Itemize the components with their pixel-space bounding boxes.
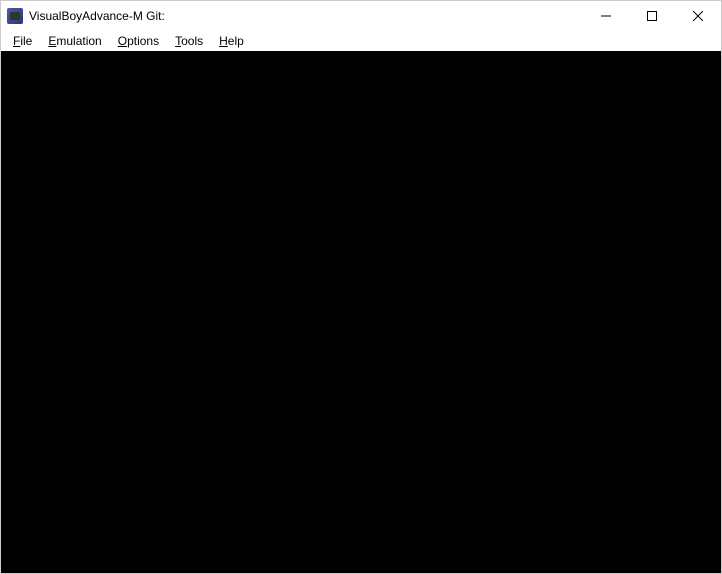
close-icon bbox=[693, 11, 703, 21]
window-controls bbox=[583, 1, 721, 31]
menu-help[interactable]: Help bbox=[211, 32, 252, 50]
maximize-button[interactable] bbox=[629, 1, 675, 31]
app-icon bbox=[7, 8, 23, 24]
window-titlebar: VisualBoyAdvance-M Git: bbox=[1, 1, 721, 31]
maximize-icon bbox=[647, 11, 657, 21]
menu-emulation[interactable]: Emulation bbox=[40, 32, 109, 50]
emulator-screen bbox=[1, 51, 721, 573]
menu-options[interactable]: Options bbox=[110, 32, 167, 50]
menu-tools[interactable]: Tools bbox=[167, 32, 211, 50]
window-title: VisualBoyAdvance-M Git: bbox=[29, 9, 583, 23]
close-button[interactable] bbox=[675, 1, 721, 31]
menubar: File Emulation Options Tools Help bbox=[1, 31, 721, 51]
minimize-icon bbox=[601, 11, 611, 21]
menu-file[interactable]: File bbox=[5, 32, 40, 50]
minimize-button[interactable] bbox=[583, 1, 629, 31]
